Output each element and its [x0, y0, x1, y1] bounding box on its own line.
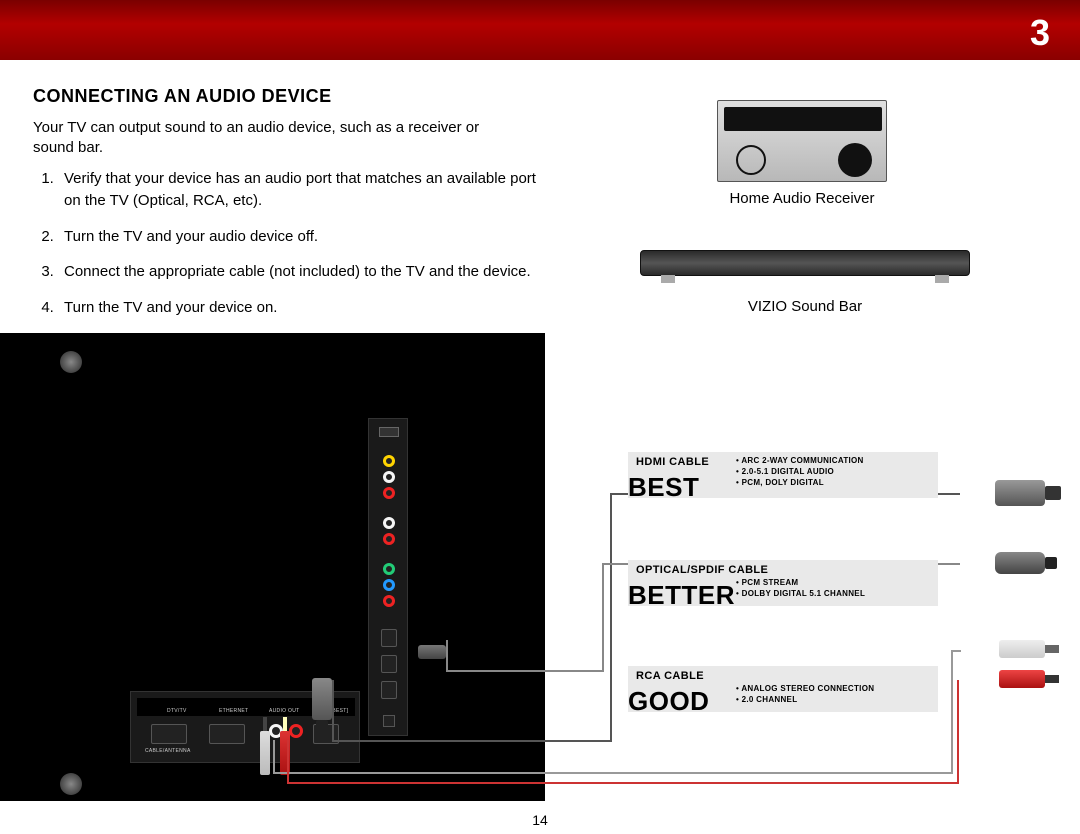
hdmi-strip-bullets: • ARC 2-WAY COMMUNICATION • 2.0-5.1 DIGI… — [736, 456, 864, 488]
home-receiver-label: Home Audio Receiver — [717, 190, 887, 207]
header-bar: 3 — [0, 0, 1080, 60]
rca-red-cable-wire — [957, 680, 959, 784]
optical-cable-wire — [602, 563, 604, 672]
component-audio-red-port — [383, 533, 395, 545]
section-heading: CONNECTING AN AUDIO DEVICE — [33, 86, 332, 107]
intro-paragraph: Your TV can output sound to an audio dev… — [33, 118, 523, 159]
screw-icon — [60, 351, 82, 373]
component-pb-blue-port — [383, 563, 395, 575]
rca-strip-title: RCA CABLE — [636, 670, 930, 682]
rca-strip-bullets: • ANALOG STEREO CONNECTION • 2.0 CHANNEL — [736, 684, 874, 706]
rca-red-connector-tip — [999, 670, 1045, 688]
rca-white-cable-wire — [951, 650, 953, 774]
component-audio-white-port — [383, 517, 395, 529]
bottom-label-cable: CABLE/ANTENNA — [145, 748, 191, 754]
hdmi-side-port-1 — [381, 629, 397, 647]
optical-audio-out-port — [383, 715, 395, 727]
rca-white-cable-wire — [951, 650, 961, 652]
rca-white-cable-wire — [273, 772, 953, 774]
optical-strip-title: OPTICAL/SPDIF CABLE — [636, 564, 930, 576]
soundbar-illustration — [640, 250, 970, 276]
bottom-label-ethernet: ETHERNET — [219, 708, 248, 714]
hdmi-plug-at-tv — [312, 678, 332, 720]
hdmi-side-port-3 — [381, 681, 397, 699]
tv-back-illustration: DTV/TV ETHERNET AUDIO OUT HDMI [BEST] CA… — [0, 333, 545, 801]
rca-white-cable-wire — [273, 740, 275, 774]
hdmi-cable-wire — [332, 680, 334, 740]
tv-side-port-panel — [368, 418, 408, 736]
home-receiver-illustration — [717, 100, 887, 182]
composite-video-yellow-port — [383, 455, 395, 467]
ethernet-port — [209, 724, 245, 744]
screw-icon — [60, 773, 82, 795]
composite-audio-white-port — [383, 471, 395, 483]
soundbar-label: VIZIO Sound Bar — [640, 298, 970, 315]
hdmi-cable-wire — [610, 493, 612, 742]
step-1: Verify that your device has an audio por… — [58, 168, 538, 212]
step-3: Connect the appropriate cable (not inclu… — [58, 261, 538, 283]
step-4: Turn the TV and your device on. — [58, 297, 538, 319]
rca-rank-label: GOOD — [628, 686, 709, 717]
optical-rank-label: BETTER — [628, 580, 735, 611]
coax-antenna-port — [151, 724, 187, 744]
step-2: Turn the TV and your audio device off. — [58, 226, 538, 248]
optical-plug-at-tv — [418, 645, 446, 659]
rca-out-red-port — [289, 724, 303, 738]
rca-white-connector-tip — [999, 640, 1045, 658]
bottom-label-audioout: AUDIO OUT — [269, 708, 299, 714]
optical-strip-bullets: • PCM STREAM • DOLBY DIGITAL 5.1 CHANNEL — [736, 578, 865, 600]
optical-cable-wire — [446, 640, 448, 670]
optical-connector-tip — [995, 552, 1045, 574]
steps-list: Verify that your device has an audio por… — [58, 168, 538, 333]
hdmi-cable-wire — [332, 740, 612, 742]
component-pr-red-port — [383, 595, 395, 607]
hdmi-rank-label: BEST — [628, 472, 699, 503]
rca-red-cable-wire — [287, 740, 289, 784]
rca-red-cable-wire — [287, 782, 959, 784]
usb-port-icon — [379, 427, 399, 437]
rca-white-plug-at-tv — [260, 731, 270, 775]
hdmi-connector-tip — [995, 480, 1045, 506]
bottom-label-dtv: DTV/TV — [167, 708, 187, 714]
composite-audio-red-port — [383, 487, 395, 499]
hdmi-side-port-2 — [381, 655, 397, 673]
page-number-bottom: 14 — [0, 812, 1080, 828]
optical-cable-wire — [446, 670, 604, 672]
page-number-top: 3 — [1030, 12, 1050, 54]
component-y-green-port — [383, 579, 395, 591]
